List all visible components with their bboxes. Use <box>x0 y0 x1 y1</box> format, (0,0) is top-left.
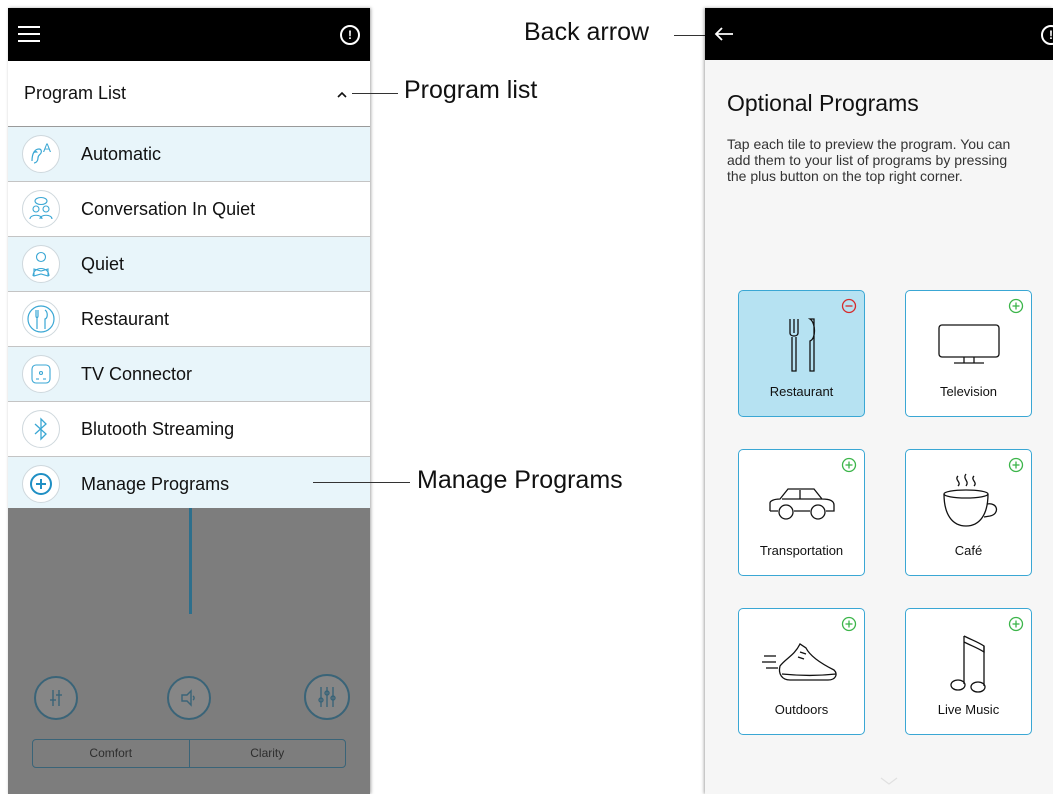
callout-manage-programs: Manage Programs <box>417 466 623 494</box>
tile-label: Live Music <box>937 702 1000 717</box>
chevron-up-icon <box>337 91 347 98</box>
tile-outdoors[interactable]: Outdoors <box>738 608 865 735</box>
program-item-conversation-in-quiet[interactable]: Conversation In Quiet <box>8 182 370 237</box>
program-label: Automatic <box>81 144 162 164</box>
comfort-option[interactable]: Comfort <box>33 740 189 767</box>
tile-label: Television <box>939 384 998 399</box>
svg-text:A: A <box>43 141 51 155</box>
speaker-icon <box>181 689 195 707</box>
fine-tuning-icon <box>318 687 336 707</box>
program-item-automatic[interactable]: A Automatic <box>8 127 370 182</box>
callout-program-list: Program list <box>404 76 538 104</box>
volume-slider-track[interactable] <box>189 508 192 614</box>
tile-television[interactable]: Television <box>905 290 1032 417</box>
quiet-reading-icon <box>22 245 60 283</box>
tile-label: Outdoors <box>774 702 829 717</box>
page-description: Tap each tile to preview the program. Yo… <box>727 136 1011 184</box>
car-icon <box>739 468 864 538</box>
tile-label: Café <box>954 543 983 558</box>
equalizer-button[interactable] <box>34 676 78 720</box>
tile-restaurant[interactable]: Restaurant <box>738 290 865 417</box>
automatic-icon: A <box>22 135 60 173</box>
tv-connector-icon <box>22 355 60 393</box>
program-label: Manage Programs <box>81 474 230 494</box>
television-icon <box>906 309 1031 379</box>
restaurant-icon <box>739 309 864 379</box>
chevron-down-icon[interactable] <box>879 776 899 786</box>
coffee-cup-icon <box>906 468 1031 538</box>
tile-transportation[interactable]: Transportation <box>738 449 865 576</box>
tile-cafe[interactable]: Café <box>905 449 1032 576</box>
alert-icon[interactable]: ! <box>340 25 360 45</box>
page-title: Optional Programs <box>727 90 919 116</box>
program-label: Blutooth Streaming <box>81 419 235 439</box>
callout-line-program-list <box>352 93 398 94</box>
top-bar: ! <box>705 8 1053 60</box>
program-item-bluetooth-streaming[interactable]: Blutooth Streaming <box>8 402 370 457</box>
program-label: Restaurant <box>81 309 170 329</box>
sliders-icon <box>50 690 62 706</box>
top-bar: ! <box>8 8 370 61</box>
dimmed-controls-area: Comfort Clarity <box>8 508 370 794</box>
program-item-tv-connector[interactable]: TV Connector <box>8 347 370 402</box>
callout-line-back-arrow <box>674 35 707 36</box>
program-list: A Automatic Conversation In Quiet Quiet … <box>8 127 370 512</box>
program-label: TV Connector <box>81 364 193 384</box>
bluetooth-icon <box>22 410 60 448</box>
program-list-screen: ! Program List A Automatic Conversation … <box>8 8 370 794</box>
add-circle-icon <box>22 465 60 503</box>
manage-programs-button[interactable]: Manage Programs <box>8 457 370 512</box>
comfort-clarity-toggle: Comfort Clarity <box>32 739 346 768</box>
alert-icon[interactable]: ! <box>1041 25 1053 45</box>
tile-label: Restaurant <box>769 384 834 399</box>
clarity-option[interactable]: Clarity <box>188 740 346 767</box>
fine-tuning-button[interactable] <box>304 674 350 720</box>
music-note-icon <box>906 627 1031 697</box>
running-shoe-icon <box>739 627 864 697</box>
program-list-dropdown[interactable]: Program List <box>8 61 370 127</box>
back-arrow-icon[interactable] <box>713 26 735 42</box>
program-item-quiet[interactable]: Quiet <box>8 237 370 292</box>
tile-live-music[interactable]: Live Music <box>905 608 1032 735</box>
conversation-icon <box>22 190 60 228</box>
callout-line-manage-programs <box>313 482 410 483</box>
program-label: Conversation In Quiet <box>81 199 256 219</box>
callout-back-arrow: Back arrow <box>524 18 650 46</box>
hamburger-menu-icon[interactable] <box>18 26 40 42</box>
program-list-title: Program List <box>24 83 127 103</box>
program-label: Quiet <box>81 254 125 274</box>
restaurant-icon <box>22 300 60 338</box>
tile-label: Transportation <box>759 543 844 558</box>
volume-button[interactable] <box>167 676 211 720</box>
optional-programs-screen: ! Optional Programs Tap each tile to pre… <box>705 8 1053 794</box>
program-item-restaurant[interactable]: Restaurant <box>8 292 370 347</box>
